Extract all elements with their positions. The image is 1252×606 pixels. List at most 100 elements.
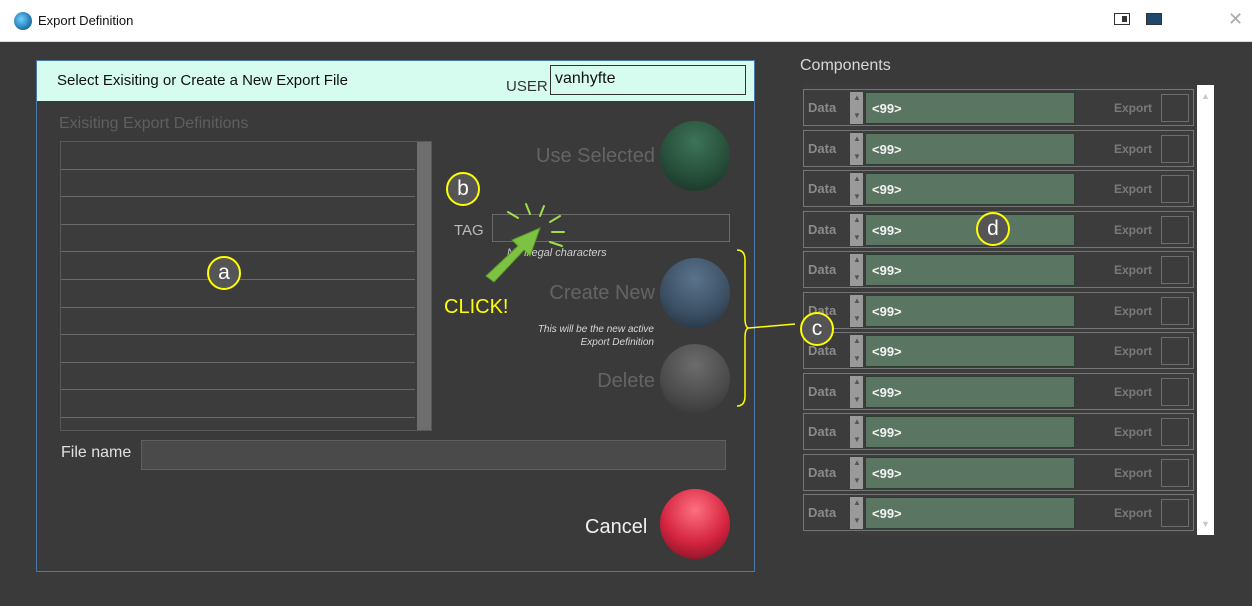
- spin-down-icon[interactable]: ▼: [853, 152, 861, 161]
- spin-down-icon[interactable]: ▼: [853, 111, 861, 120]
- export-label: Export: [1114, 141, 1153, 156]
- spin-up-icon[interactable]: ▲: [853, 377, 861, 386]
- data-spinner[interactable]: ▲ ▼: [850, 92, 863, 124]
- spin-up-icon[interactable]: ▲: [853, 215, 861, 224]
- export-label: Export: [1114, 506, 1153, 520]
- spin-up-icon[interactable]: ▲: [853, 174, 861, 183]
- component-row: Data ▲ ▼ <99> Export: [803, 494, 1194, 531]
- spin-down-icon[interactable]: ▼: [853, 435, 861, 444]
- spin-up-icon[interactable]: ▲: [853, 498, 861, 507]
- data-spinner[interactable]: ▲ ▼: [850, 335, 863, 367]
- spin-down-icon[interactable]: ▼: [853, 516, 861, 525]
- spin-down-icon[interactable]: ▼: [853, 354, 861, 363]
- window-display-icon[interactable]: [1146, 13, 1162, 25]
- spin-up-icon[interactable]: ▲: [853, 336, 861, 345]
- export-checkbox[interactable]: [1161, 377, 1189, 406]
- list-item[interactable]: [61, 363, 415, 391]
- components-scrollbar[interactable]: ▲ ▼: [1197, 85, 1214, 535]
- export-checkbox[interactable]: [1161, 134, 1189, 163]
- export-checkbox[interactable]: [1161, 175, 1189, 203]
- export-checkbox[interactable]: [1161, 499, 1189, 527]
- export-checkbox[interactable]: [1161, 296, 1189, 325]
- export-definition-panel: Select Exisiting or Create a New Export …: [36, 60, 755, 572]
- export-checkbox[interactable]: [1161, 256, 1189, 284]
- component-value-field[interactable]: <99>: [865, 335, 1075, 367]
- data-label: Data: [808, 100, 837, 115]
- data-spinner[interactable]: ▲ ▼: [850, 132, 863, 165]
- list-item[interactable]: [61, 335, 415, 363]
- export-label: Export: [1114, 182, 1153, 196]
- cancel-button[interactable]: [660, 489, 730, 559]
- click-burst-icon: [485, 203, 565, 283]
- user-input[interactable]: vanhyfte: [550, 65, 746, 95]
- data-spinner[interactable]: ▲ ▼: [850, 456, 863, 489]
- cancel-label: Cancel: [585, 516, 648, 538]
- component-row: Data ▲ ▼ <99> Export: [803, 413, 1194, 450]
- data-label: Data: [808, 383, 837, 399]
- spin-up-icon[interactable]: ▲: [853, 255, 861, 264]
- delete-button[interactable]: [660, 344, 730, 414]
- list-item[interactable]: [61, 280, 415, 308]
- data-spinner[interactable]: ▲ ▼: [850, 173, 863, 205]
- spin-down-icon[interactable]: ▼: [853, 273, 861, 282]
- window-layout-icon[interactable]: [1114, 13, 1130, 25]
- spin-down-icon[interactable]: ▼: [853, 192, 861, 201]
- spin-up-icon[interactable]: ▲: [853, 417, 861, 426]
- create-new-hint: This will be the new active Export Defin…: [497, 323, 654, 349]
- annotation-connector: [749, 323, 796, 329]
- export-checkbox[interactable]: [1161, 215, 1189, 244]
- export-checkbox[interactable]: [1161, 418, 1189, 446]
- component-value-field[interactable]: <99>: [865, 213, 1075, 246]
- data-spinner[interactable]: ▲ ▼: [850, 254, 863, 286]
- component-value-field[interactable]: <99>: [865, 254, 1075, 286]
- component-value-field[interactable]: <99>: [865, 92, 1075, 124]
- data-spinner[interactable]: ▲ ▼: [850, 497, 863, 529]
- list-scrollbar[interactable]: [417, 142, 431, 430]
- close-icon[interactable]: ✕: [1228, 9, 1243, 30]
- component-value-field[interactable]: <99>: [865, 497, 1075, 529]
- spin-down-icon[interactable]: ▼: [853, 395, 861, 404]
- list-item[interactable]: [61, 142, 415, 170]
- export-checkbox[interactable]: [1161, 94, 1189, 122]
- export-checkbox[interactable]: [1161, 458, 1189, 487]
- component-value-field[interactable]: <99>: [865, 456, 1075, 489]
- spin-down-icon[interactable]: ▼: [853, 314, 861, 323]
- spin-up-icon[interactable]: ▲: [853, 296, 861, 305]
- spin-down-icon[interactable]: ▼: [853, 476, 861, 485]
- component-row: Data ▲ ▼ <99> Export: [803, 372, 1194, 410]
- spin-down-icon[interactable]: ▼: [853, 233, 861, 242]
- export-label: Export: [1114, 425, 1153, 439]
- header-bar: Select Exisiting or Create a New Export …: [37, 61, 754, 101]
- component-value-field[interactable]: <99>: [865, 294, 1075, 327]
- component-value-field[interactable]: <99>: [865, 375, 1075, 408]
- existing-definitions-list[interactable]: [60, 141, 432, 431]
- spin-up-icon[interactable]: ▲: [853, 134, 861, 143]
- export-label: Export: [1114, 384, 1153, 399]
- data-spinner[interactable]: ▲ ▼: [850, 294, 863, 327]
- create-new-button[interactable]: [660, 258, 730, 328]
- scroll-up-icon[interactable]: ▲: [1201, 91, 1210, 101]
- list-item[interactable]: [61, 170, 415, 198]
- list-item[interactable]: [61, 390, 415, 418]
- list-item[interactable]: [61, 225, 415, 253]
- scroll-down-icon[interactable]: ▼: [1201, 519, 1210, 529]
- export-label: Export: [1114, 263, 1153, 277]
- spin-up-icon[interactable]: ▲: [853, 458, 861, 467]
- data-spinner[interactable]: ▲ ▼: [850, 213, 863, 246]
- component-value-field[interactable]: <99>: [865, 416, 1075, 448]
- list-item[interactable]: [61, 197, 415, 225]
- spin-up-icon[interactable]: ▲: [853, 93, 861, 102]
- list-item[interactable]: [61, 308, 415, 336]
- data-spinner[interactable]: ▲ ▼: [850, 375, 863, 408]
- component-value-field[interactable]: <99>: [865, 132, 1075, 165]
- data-label: Data: [808, 140, 837, 156]
- existing-definitions-label: Exisiting Export Definitions: [59, 115, 249, 132]
- data-spinner[interactable]: ▲ ▼: [850, 416, 863, 448]
- component-row: Data ▲ ▼ <99> Export: [803, 291, 1194, 329]
- annotation-b: b: [446, 172, 480, 206]
- use-selected-button[interactable]: [660, 121, 730, 191]
- file-name-input[interactable]: [141, 440, 726, 470]
- component-value-field[interactable]: <99>: [865, 173, 1075, 205]
- click-annotation: CLICK!: [444, 296, 509, 318]
- export-checkbox[interactable]: [1161, 337, 1189, 365]
